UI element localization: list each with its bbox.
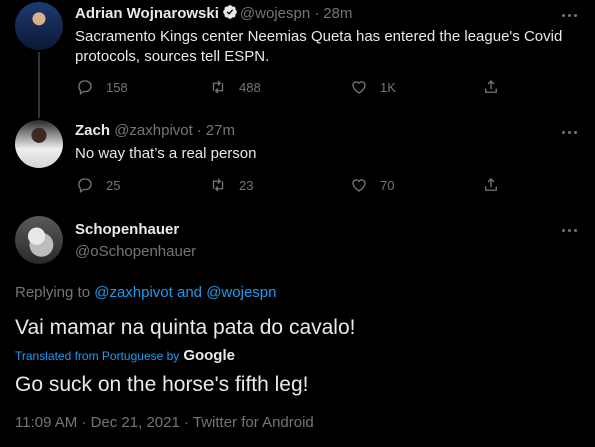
author-handle[interactable]: @oSchopenhauer [75,243,196,260]
retweet-count: 23 [239,177,254,193]
separator: · [314,5,320,22]
author-handle[interactable]: @wojespn [240,5,310,22]
replying-to: Replying to @zaxhpivot and @wojespn [15,284,276,301]
tweet-actions: 25 23 70 [72,176,512,196]
reply-button[interactable]: 25 [76,176,120,194]
share-icon [485,178,497,191]
reply-count: 158 [106,79,128,95]
reply-icon [78,178,92,194]
tweet-timestamp[interactable]: 11:09 AM · Dec 21, 2021 · Twitter for An… [15,414,314,431]
reply-icon [78,80,92,96]
tweet-text: Sacramento Kings center Neemias Queta ha… [75,28,563,65]
share-icon [485,80,497,93]
like-count: 1K [380,79,396,95]
avatar[interactable] [15,120,63,168]
like-button[interactable]: 70 [350,176,394,194]
mention-conjunction[interactable]: and [177,284,202,301]
tweet-time[interactable]: 28m [323,5,352,22]
replying-prefix: Replying to [15,284,91,301]
tweet-actions: 158 488 1K [72,78,512,98]
more-icon[interactable] [561,221,579,239]
more-icon[interactable] [561,123,579,141]
thread-connector-line [38,52,40,118]
mention-link[interactable]: @zaxhpivot [94,284,173,301]
like-button[interactable]: 1K [350,78,396,96]
original-text: Vai mamar na quinta pata do cavalo! [15,316,356,339]
separator: · [196,122,202,139]
more-icon[interactable] [561,6,579,24]
author-handle[interactable]: @zaxhpivot [114,122,193,139]
like-icon [352,179,366,192]
retweet-icon [212,80,224,94]
share-button[interactable] [482,176,512,194]
retweet-button[interactable]: 23 [209,176,253,194]
tweet-text: No way that’s a real person [75,145,257,162]
like-icon [352,81,366,94]
reply-button[interactable]: 158 [76,78,128,96]
translated-text: Go suck on the horse's fifth leg! [15,373,309,396]
tweet-header: Adrian Wojnarowski @wojespn · 28m [75,4,352,22]
translation-source[interactable]: Translated from Portuguese by [15,349,179,363]
share-button[interactable] [482,78,512,96]
retweet-button[interactable]: 488 [209,78,261,96]
verified-badge-icon [223,5,237,19]
retweet-icon [212,178,224,192]
translation-label[interactable]: Translated from Portuguese by Google [15,347,235,364]
like-count: 70 [380,177,395,193]
reply-count: 25 [106,177,121,193]
author-name[interactable]: Adrian Wojnarowski [75,5,219,22]
retweet-count: 488 [239,79,261,95]
tweet-time[interactable]: 27m [206,122,235,139]
google-logo: Google [183,347,235,364]
avatar[interactable] [15,216,63,264]
avatar[interactable] [15,2,63,50]
author-name[interactable]: Zach [75,122,110,139]
author-name[interactable]: Schopenhauer [75,221,179,238]
tweet-header: Zach @zaxhpivot · 27m [75,122,235,139]
mention-link[interactable]: @wojespn [206,284,276,301]
